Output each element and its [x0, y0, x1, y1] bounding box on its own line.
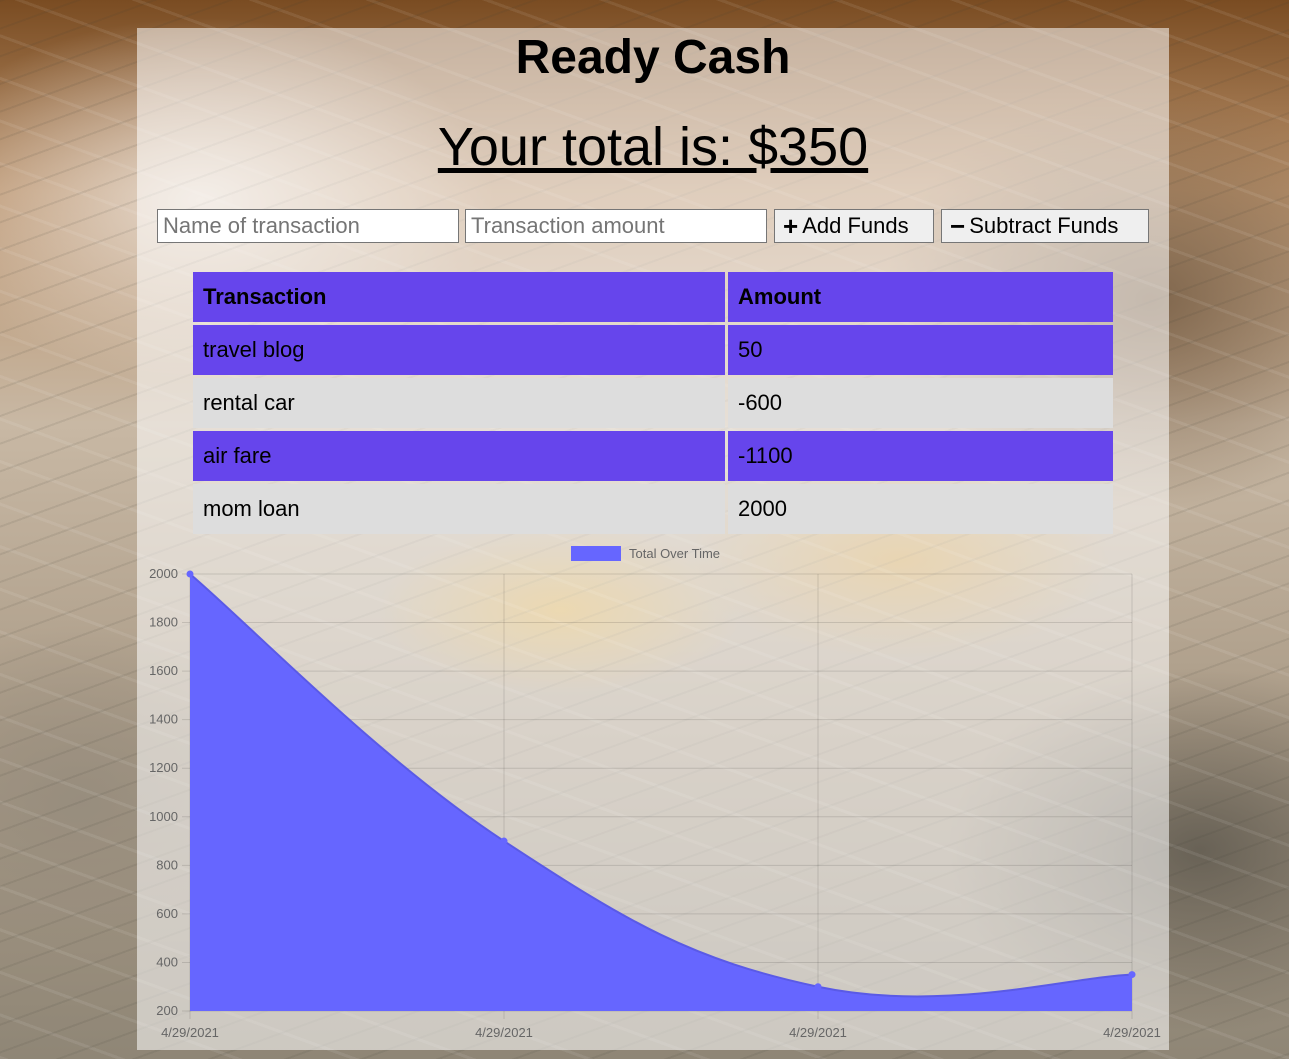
y-tick-label: 2000	[149, 566, 178, 581]
series-area	[190, 574, 1132, 1011]
x-tick-label: 4/29/2021	[1103, 1025, 1161, 1040]
y-tick-label: 600	[156, 906, 178, 921]
total-over-time-chart: 200 400 600 800 1000 1200 1400 1600 1800 2000 4/29…	[149, 546, 1161, 1040]
data-point	[500, 837, 508, 845]
legend-swatch	[571, 546, 621, 561]
y-tick-label: 800	[156, 857, 178, 872]
data-point	[1128, 971, 1136, 979]
y-tick-label: 1000	[149, 809, 178, 824]
x-tick-label: 4/29/2021	[475, 1025, 533, 1040]
legend-label: Total Over Time	[629, 546, 720, 561]
data-point	[186, 570, 194, 578]
y-tick-label: 1800	[149, 615, 178, 630]
x-tick-label: 4/29/2021	[789, 1025, 847, 1040]
y-tick-label: 1200	[149, 760, 178, 775]
main-panel: Ready Cash Your total is: $350 + Add Fun…	[137, 28, 1169, 1050]
data-point	[814, 983, 822, 991]
y-tick-label: 200	[156, 1003, 178, 1018]
x-tick-label: 4/29/2021	[161, 1025, 219, 1040]
y-tick-label: 1400	[149, 712, 178, 727]
y-tick-label: 400	[156, 954, 178, 969]
y-tick-label: 1600	[149, 663, 178, 678]
